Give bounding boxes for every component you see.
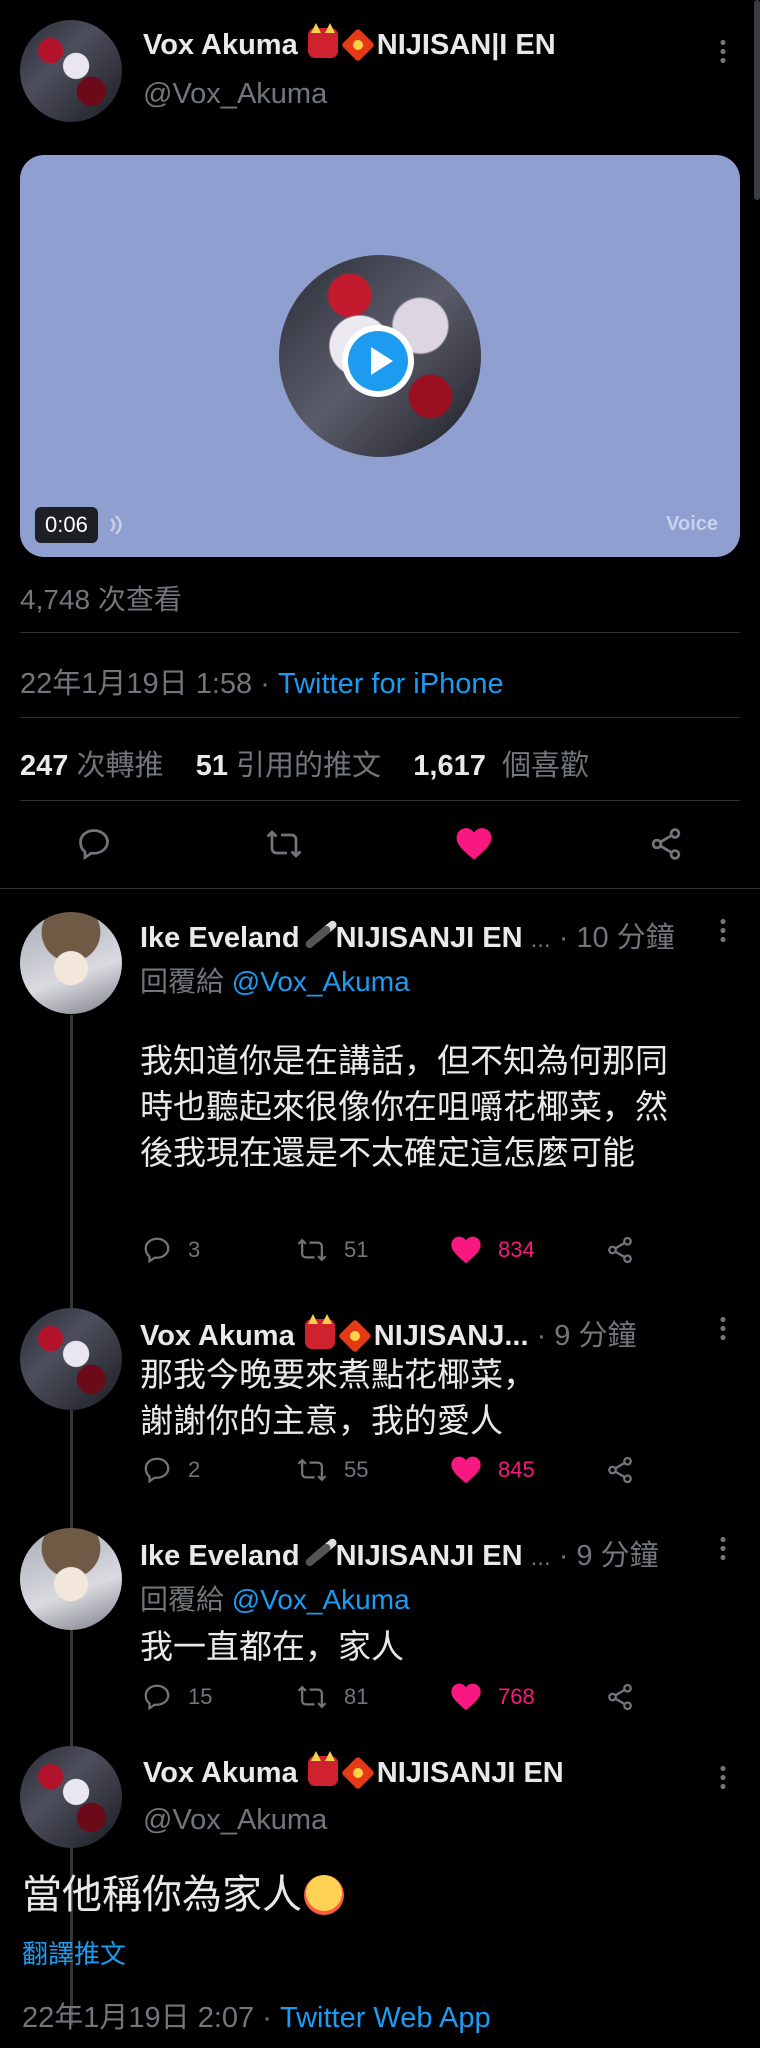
- reply-button[interactable]: 15: [142, 1682, 212, 1712]
- share-icon[interactable]: [648, 826, 684, 862]
- duration-badge: 0:06: [35, 507, 98, 543]
- share-icon[interactable]: [605, 1682, 635, 1712]
- tweet-timestamp-row: 22年1月19日 1:58 · Twitter for iPhone: [20, 668, 504, 700]
- reply-to: 回覆給 @Vox_Akuma: [140, 1584, 410, 1615]
- tweet-timestamp[interactable]: 22年1月19日 1:58: [20, 668, 252, 700]
- retweet-button[interactable]: 81: [296, 1682, 368, 1712]
- tweet-timestamp-row: 22年1月19日 2:07 · Twitter Web App: [22, 2002, 491, 2034]
- more-icon[interactable]: [720, 1315, 726, 1341]
- quotes-stat[interactable]: 51 引用的推文: [196, 750, 381, 782]
- author-name[interactable]: Vox Akuma NIJISAN|I EN: [143, 23, 556, 62]
- reply-text: 我知道你是在講話，但不知為何那同 時也聽起來很像你在咀嚼花椰菜，然 後我現在還是…: [140, 1042, 668, 1171]
- voice-tag: Voice: [666, 513, 718, 535]
- oni-emoji-icon: [307, 23, 338, 58]
- author-name[interactable]: Ike Eveland NIJISANJI EN ... · 10 分鐘: [140, 914, 675, 956]
- reply-to-handle[interactable]: @Vox_Akuma: [232, 1584, 410, 1615]
- translate-link[interactable]: 翻譯推文: [22, 1934, 126, 1971]
- brush-emoji-icon: [303, 924, 332, 950]
- sound-icon[interactable]: [107, 513, 127, 537]
- tweet-timestamp[interactable]: 22年1月19日 2:07: [22, 2002, 254, 2034]
- reply-button[interactable]: 2: [142, 1455, 200, 1485]
- share-icon[interactable]: [605, 1235, 635, 1265]
- author-handle[interactable]: @Vox_Akuma: [143, 78, 327, 111]
- pin-emoji-icon: [340, 1756, 375, 1790]
- reply-text: 那我今晚要來煮點花椰菜， 謝謝你的主意，我的愛人: [140, 1356, 536, 1439]
- more-icon[interactable]: [720, 1535, 726, 1561]
- retweets-stat[interactable]: 247 次轉推: [20, 750, 163, 782]
- likes-stat[interactable]: 1,617 個喜歡: [413, 750, 589, 782]
- view-count: 4,748 次查看: [20, 584, 182, 615]
- more-icon[interactable]: [720, 38, 726, 64]
- engagement-stats: 247 次轉推 51 引用的推文 1,617 個喜歡: [20, 742, 589, 784]
- reply-icon: [142, 1682, 172, 1712]
- author-handle[interactable]: @Vox_Akuma: [143, 1804, 327, 1837]
- divider: [20, 800, 740, 801]
- divider: [20, 632, 740, 633]
- reply-icon[interactable]: [76, 826, 112, 862]
- reply-icon: [142, 1455, 172, 1485]
- tweet-text: 當他稱你為家人: [22, 1862, 344, 1920]
- author-name[interactable]: Vox Akuma NIJISANJ... · 9 分鐘: [140, 1312, 636, 1354]
- reply-text: 我一直都在，家人: [140, 1628, 404, 1665]
- avatar[interactable]: [20, 912, 122, 1014]
- like-button[interactable]: 834: [450, 1235, 535, 1265]
- avatar[interactable]: [20, 1746, 122, 1848]
- reply-button[interactable]: 3: [142, 1235, 200, 1265]
- like-button[interactable]: 768: [450, 1682, 535, 1712]
- retweet-button[interactable]: 55: [296, 1455, 368, 1485]
- reply-to: 回覆給 @Vox_Akuma: [140, 966, 410, 997]
- oni-emoji-icon: [307, 1751, 338, 1786]
- reply-icon: [142, 1235, 172, 1265]
- voice-media-card[interactable]: 0:06 Voice: [20, 155, 740, 557]
- pin-emoji-icon: [337, 1319, 372, 1353]
- heart-icon: [450, 1455, 482, 1485]
- avatar[interactable]: [20, 1528, 122, 1630]
- heart-icon: [450, 1682, 482, 1712]
- tweet-source[interactable]: Twitter Web App: [280, 2002, 491, 2034]
- share-icon[interactable]: [605, 1455, 635, 1485]
- heart-icon: [450, 1235, 482, 1265]
- scrollbar[interactable]: [754, 0, 760, 200]
- author-name[interactable]: Vox Akuma NIJISANJI EN: [143, 1751, 564, 1790]
- brush-emoji-icon: [303, 1542, 332, 1568]
- retweet-button[interactable]: 51: [296, 1235, 368, 1265]
- author-suffix: NIJISAN|I EN: [376, 29, 556, 61]
- avatar[interactable]: [20, 1308, 122, 1410]
- hot-face-emoji-icon: [304, 1875, 344, 1915]
- pin-emoji-icon: [340, 28, 375, 62]
- author-name[interactable]: Ike Eveland NIJISANJI EN ... · 9 分鐘: [140, 1532, 659, 1574]
- divider: [20, 717, 740, 718]
- more-icon[interactable]: [720, 1764, 726, 1790]
- tweet-source[interactable]: Twitter for iPhone: [278, 668, 504, 700]
- retweet-icon: [296, 1455, 328, 1485]
- reply-time: · 9 分鐘: [558, 1540, 659, 1572]
- oni-emoji-icon: [304, 1314, 335, 1349]
- reply-to-handle[interactable]: @Vox_Akuma: [232, 966, 410, 997]
- reply-time: · 10 分鐘: [558, 922, 675, 954]
- play-icon[interactable]: [342, 325, 414, 397]
- retweet-icon: [296, 1235, 328, 1265]
- avatar[interactable]: [20, 20, 122, 122]
- more-icon[interactable]: [720, 917, 726, 943]
- retweet-icon[interactable]: [264, 826, 304, 862]
- heart-icon[interactable]: [455, 826, 493, 862]
- reply-time: · 9 分鐘: [536, 1320, 637, 1352]
- retweet-icon: [296, 1682, 328, 1712]
- like-button[interactable]: 845: [450, 1455, 535, 1485]
- divider: [0, 888, 760, 889]
